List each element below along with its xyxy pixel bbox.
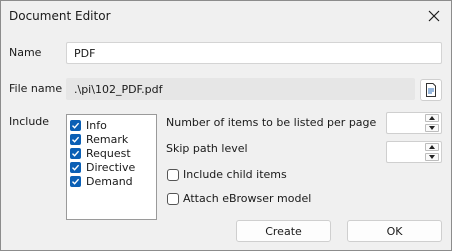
list-item-label: Remark xyxy=(86,132,129,146)
filename-field-value: .\pi\102_PDF.pdf xyxy=(74,82,163,96)
checkmark-icon xyxy=(72,178,80,185)
list-item[interactable]: Info xyxy=(70,118,107,132)
arrow-down-icon xyxy=(429,155,435,159)
include-label: Include xyxy=(9,115,50,128)
arrow-down-icon xyxy=(429,126,435,130)
document-editor-dialog: Document Editor Name PDF File name .\pi\… xyxy=(0,0,452,251)
spin-down-button[interactable] xyxy=(425,124,439,132)
items-per-page-label: Number of items to be listed per page xyxy=(166,116,377,129)
items-per-page-spinner[interactable] xyxy=(386,112,442,134)
include-child-items-label: Include child items xyxy=(183,168,287,181)
list-item-label: Info xyxy=(86,118,107,132)
attach-ebrowser-label: Attach eBrowser model xyxy=(183,192,312,205)
list-item[interactable]: Request xyxy=(70,146,131,160)
checkbox-checked[interactable] xyxy=(70,175,81,187)
skip-path-spinner[interactable] xyxy=(386,141,442,163)
document-icon xyxy=(426,83,436,97)
list-item-label: Request xyxy=(86,146,131,160)
checkmark-icon xyxy=(72,150,80,157)
include-child-items-option[interactable]: Include child items xyxy=(167,168,287,181)
checkbox-checked[interactable] xyxy=(70,161,81,173)
checkmark-icon xyxy=(72,136,80,143)
checkbox-checked[interactable] xyxy=(70,147,81,159)
ok-button[interactable]: OK xyxy=(347,220,442,242)
spin-up-button[interactable] xyxy=(425,114,439,122)
include-listbox[interactable]: Info Remark Request Directive Demand xyxy=(66,114,157,220)
name-field-value: PDF xyxy=(74,46,96,60)
list-item-label: Demand xyxy=(86,174,133,188)
checkbox-checked[interactable] xyxy=(70,133,81,145)
attach-ebrowser-option[interactable]: Attach eBrowser model xyxy=(167,192,311,205)
browse-file-button[interactable] xyxy=(420,79,442,101)
filename-label: File name xyxy=(9,82,63,95)
name-field[interactable]: PDF xyxy=(66,42,442,64)
title-bar: Document Editor xyxy=(1,1,451,32)
name-label: Name xyxy=(9,46,42,59)
arrow-up-icon xyxy=(429,145,435,149)
skip-path-label: Skip path level xyxy=(166,142,248,155)
spin-up-button[interactable] xyxy=(425,143,439,151)
spin-down-button[interactable] xyxy=(425,153,439,161)
checkmark-icon xyxy=(72,164,80,171)
checkmark-icon xyxy=(72,122,80,129)
list-item-label: Directive xyxy=(86,160,136,174)
close-icon xyxy=(428,10,440,22)
checkbox-checked[interactable] xyxy=(70,119,81,131)
arrow-up-icon xyxy=(429,116,435,120)
list-item[interactable]: Remark xyxy=(70,132,128,146)
filename-field[interactable]: .\pi\102_PDF.pdf xyxy=(66,78,415,100)
create-button[interactable]: Create xyxy=(236,220,331,242)
attach-ebrowser-checkbox[interactable] xyxy=(167,192,179,205)
include-child-items-checkbox[interactable] xyxy=(167,168,179,181)
list-item[interactable]: Demand xyxy=(70,174,133,188)
close-button[interactable] xyxy=(423,6,445,26)
window-title: Document Editor xyxy=(9,9,111,23)
list-item[interactable]: Directive xyxy=(70,160,135,174)
